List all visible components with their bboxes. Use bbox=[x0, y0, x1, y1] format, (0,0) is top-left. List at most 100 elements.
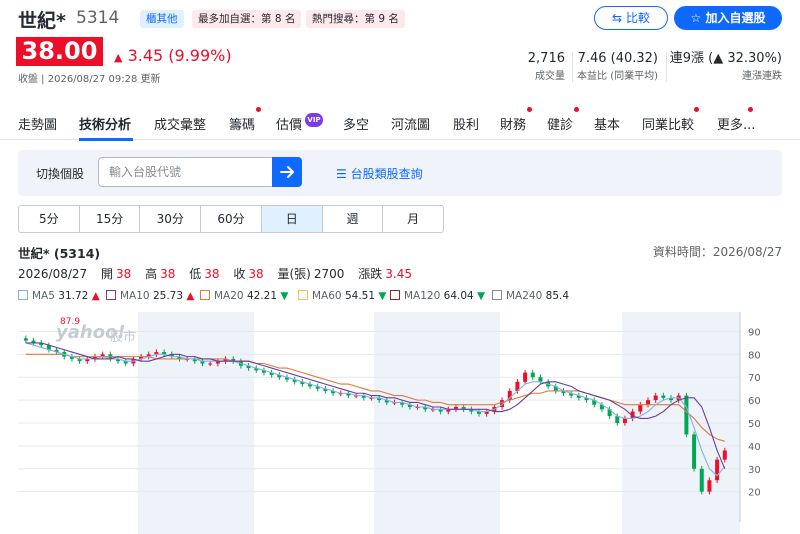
ma-label: MA5 bbox=[32, 290, 55, 302]
tab-bull-bear[interactable]: 多空 bbox=[343, 114, 369, 133]
volume-label: 量(張) bbox=[277, 267, 311, 281]
stock-code: 5314 bbox=[76, 8, 120, 28]
y-tick-label: 40 bbox=[748, 442, 761, 453]
change-value: 3.45 bbox=[385, 267, 412, 281]
rank-search-badge: 熱門搜尋：第 9 名 bbox=[306, 10, 405, 28]
ma-label: MA60 bbox=[312, 290, 342, 302]
candle-body bbox=[692, 434, 697, 469]
period-60min[interactable]: 60分 bbox=[201, 206, 262, 232]
stat-label: 本益比 (同業平均) bbox=[577, 71, 658, 82]
ma-label: MA20 bbox=[214, 290, 244, 302]
ma20-toggle[interactable]: MA20 42.21 ▼ bbox=[200, 290, 288, 302]
category-lookup-label: 台股類股查詢 bbox=[350, 167, 423, 181]
candle-body bbox=[653, 395, 658, 401]
vip-badge: VIP bbox=[305, 113, 323, 127]
ma-label: MA240 bbox=[506, 290, 543, 302]
period-5min[interactable]: 5分 bbox=[19, 206, 80, 232]
add-to-watchlist-button[interactable]: ☆ 加入自選股 bbox=[674, 6, 782, 30]
candlestick-chart[interactable]: 90 80 70 60 50 40 30 20 bbox=[18, 312, 800, 534]
tab-peers[interactable]: 同業比較 bbox=[642, 114, 694, 133]
candle-body bbox=[538, 377, 543, 382]
new-dot-icon bbox=[527, 107, 532, 112]
stat-streak: 連9漲 (▲ 32.30%) 連漲連跌 bbox=[670, 51, 782, 84]
ma120-toggle[interactable]: MA120 64.04 ▼ bbox=[390, 290, 485, 302]
ma-value: 85.4 bbox=[545, 290, 570, 302]
period-30min[interactable]: 30分 bbox=[140, 206, 202, 232]
checkbox-icon bbox=[298, 290, 308, 300]
stock-code-input[interactable] bbox=[98, 157, 273, 187]
period-month[interactable]: 月 bbox=[383, 206, 443, 232]
checkbox-icon bbox=[106, 290, 116, 300]
high-value: 38 bbox=[160, 267, 176, 281]
change-label: 漲跌 bbox=[358, 267, 383, 281]
ma60-toggle[interactable]: MA60 54.51 ▼ bbox=[298, 290, 386, 302]
checkbox-icon bbox=[492, 290, 502, 300]
tab-technical[interactable]: 技術分析 bbox=[79, 114, 131, 133]
checkbox-icon bbox=[200, 290, 210, 300]
period-day[interactable]: 日 bbox=[261, 206, 323, 232]
price-change: ▲ 3.45 (9.99%) bbox=[114, 46, 232, 65]
stat-label: 成交量 bbox=[535, 71, 565, 82]
new-dot-icon bbox=[256, 107, 261, 112]
tab-more[interactable]: 更多... bbox=[717, 114, 755, 133]
search-submit-button[interactable] bbox=[272, 157, 302, 187]
ma10-toggle[interactable]: MA10 25.73 ▲ bbox=[106, 290, 194, 302]
tab-trades[interactable]: 成交彙整 bbox=[154, 114, 206, 133]
low-value: 38 bbox=[204, 267, 220, 281]
data-time: 資料時間：2026/08/27 bbox=[652, 245, 782, 259]
arrow-right-icon bbox=[280, 166, 294, 178]
ohlc-date: 2026/08/27 bbox=[18, 267, 88, 281]
stat-value: 連9漲 (▲ 32.30%) bbox=[669, 51, 782, 66]
tab-river-chart[interactable]: 河流圖 bbox=[391, 114, 430, 133]
candle-body bbox=[23, 338, 28, 341]
tab-dividend[interactable]: 股利 bbox=[453, 114, 479, 133]
swap-icon: ⇆ bbox=[612, 11, 623, 25]
candle-body bbox=[707, 480, 712, 492]
compare-button[interactable]: ⇆ 比較 bbox=[594, 6, 668, 30]
ohlc-summary: 2026/08/27 開 38 高 38 低 38 收 38 量(張) 2700 漲跌 3.… bbox=[18, 265, 412, 282]
close-label: 收 bbox=[233, 267, 246, 281]
checkbox-icon bbox=[18, 290, 28, 300]
candle-body bbox=[715, 459, 720, 481]
period-selector: 5分 15分 30分 60分 日 週 月 bbox=[18, 205, 444, 233]
tab-health[interactable]: 健診 bbox=[547, 114, 573, 133]
candle-body bbox=[722, 450, 727, 460]
new-dot-icon bbox=[748, 107, 753, 112]
category-tag[interactable]: 櫃其他 bbox=[140, 10, 184, 28]
high-label: 高 bbox=[145, 267, 158, 281]
candle-body bbox=[684, 395, 689, 435]
active-tab-indicator bbox=[79, 138, 133, 141]
ma-value: 54.51 bbox=[344, 290, 376, 302]
ma5-toggle[interactable]: MA5 31.72 ▲ bbox=[18, 290, 100, 302]
watermark-suffix: 股市 bbox=[110, 330, 137, 345]
new-dot-icon bbox=[574, 107, 579, 112]
candle-body bbox=[638, 404, 643, 412]
divider bbox=[666, 52, 667, 82]
section-tabs: 走勢圖 技術分析 成交彙整 籌碼 估價 多空 河流圖 股利 財務 健診 基本 同… bbox=[0, 104, 800, 141]
new-dot-icon bbox=[694, 107, 699, 112]
y-tick-label: 90 bbox=[748, 327, 761, 338]
candle-body bbox=[645, 400, 650, 405]
category-lookup-link[interactable]: ☰ 台股類股查詢 bbox=[336, 165, 423, 182]
period-week[interactable]: 週 bbox=[323, 206, 384, 232]
update-time: 收盤 | 2026/08/27 09:28 更新 bbox=[18, 74, 161, 85]
tab-trend[interactable]: 走勢圖 bbox=[18, 114, 57, 133]
compare-label: 比較 bbox=[625, 11, 650, 25]
candle-body bbox=[622, 418, 627, 424]
tab-chips[interactable]: 籌碼 bbox=[229, 114, 255, 133]
volume-value: 2700 bbox=[313, 267, 345, 281]
ma240-toggle[interactable]: MA240 85.4 bbox=[492, 290, 569, 302]
list-icon: ☰ bbox=[336, 167, 347, 181]
tab-valuation[interactable]: 估價 bbox=[276, 114, 302, 133]
candle-body bbox=[615, 416, 620, 424]
tab-financials[interactable]: 財務 bbox=[500, 114, 526, 133]
ma-label: MA10 bbox=[120, 290, 150, 302]
period-15min[interactable]: 15分 bbox=[80, 206, 141, 232]
candle-body bbox=[523, 372, 528, 382]
open-label: 開 bbox=[101, 267, 114, 281]
checkbox-icon bbox=[390, 290, 400, 300]
y-tick-label: 50 bbox=[748, 419, 761, 430]
triangle-up-icon: ▲ bbox=[91, 290, 100, 302]
ma-value: 25.73 bbox=[152, 290, 184, 302]
tab-basic[interactable]: 基本 bbox=[594, 114, 620, 133]
